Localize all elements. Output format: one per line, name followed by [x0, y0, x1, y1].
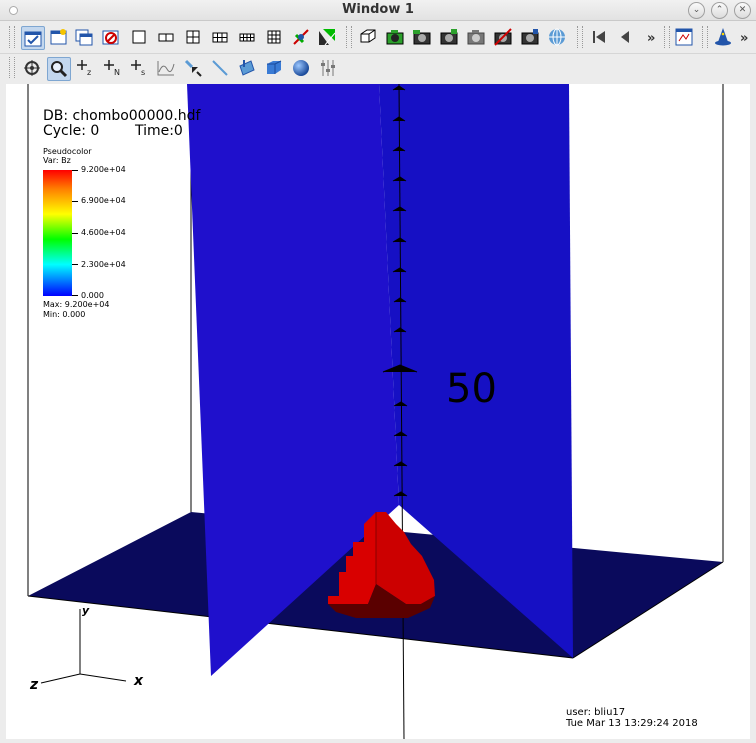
line-tool-icon[interactable] — [209, 57, 231, 79]
legend-tick — [72, 201, 78, 202]
zone-pick-icon[interactable]: z — [75, 57, 97, 79]
legend-tick-label: 9.200e+04 — [81, 165, 126, 174]
toolbar-grip[interactable] — [9, 26, 15, 48]
toolbar-grip-5[interactable] — [702, 26, 708, 48]
legend-max: Max: 9.200e+04 — [43, 300, 110, 309]
camera-reset-icon[interactable] — [492, 26, 514, 48]
layout-3x3-icon[interactable] — [263, 26, 285, 48]
zoom-icon[interactable] — [47, 57, 71, 81]
sphere-tool-icon[interactable] — [290, 57, 312, 79]
wizard-icon[interactable] — [712, 26, 734, 48]
node-pick-icon[interactable]: N — [102, 57, 124, 79]
legend-tick — [72, 170, 78, 171]
user-info: user: bliu17 — [566, 707, 626, 718]
svg-text:N: N — [114, 68, 120, 77]
toolbar-overflow[interactable]: » — [647, 31, 655, 46]
curve-pick-icon[interactable] — [155, 57, 177, 79]
camera-copy-icon[interactable] — [438, 26, 460, 48]
legend-tick-label: 6.900e+04 — [81, 196, 126, 205]
cycle-label: Cycle: 0 — [43, 123, 100, 139]
cycle-time-row: Cycle: 0 Time:0 — [43, 123, 183, 139]
delete-window-icon[interactable] — [99, 26, 121, 48]
layout-2x4-icon[interactable] — [236, 26, 258, 48]
axis-z-label: z — [30, 677, 39, 693]
active-window-icon[interactable] — [21, 26, 45, 50]
layout-1x1-icon[interactable] — [128, 26, 150, 48]
date-info: Tue Mar 13 13:29:24 2018 — [566, 718, 698, 729]
new-window-icon[interactable] — [47, 26, 69, 48]
toolbar-grip-3[interactable] — [577, 26, 583, 48]
layout-2x2-icon[interactable] — [182, 26, 204, 48]
vis-viewport[interactable]: DB: chombo00000.hdf Cycle: 0 Time:0 Pseu… — [6, 84, 750, 739]
svg-text:s: s — [141, 68, 145, 77]
svg-text:z: z — [87, 68, 91, 77]
spreadsheet-pick-icon[interactable]: s — [129, 57, 151, 79]
minimize-icon[interactable]: ⌄ — [688, 2, 705, 19]
interaction-toolbar: z N s — [0, 54, 756, 82]
lock-view-icon[interactable] — [290, 26, 312, 48]
navigate-mode-icon[interactable] — [546, 26, 568, 48]
plane-tool-icon[interactable] — [236, 57, 258, 79]
navigate-icon[interactable] — [21, 57, 43, 79]
legend-tick-label: 2.300e+04 — [81, 260, 126, 269]
toolbar-grip-6[interactable] — [9, 57, 15, 78]
axis-restrict-icon[interactable] — [317, 57, 339, 79]
legend-tick-label: 0.000 — [81, 291, 104, 300]
close-icon[interactable]: ✕ — [734, 2, 751, 19]
legend-variable: Var: Bz — [43, 156, 71, 165]
db-filename: DB: chombo00000.hdf — [43, 108, 201, 124]
clone-window-icon[interactable] — [73, 26, 95, 48]
spin-mode-icon[interactable] — [357, 26, 379, 48]
camera-green-icon[interactable] — [384, 26, 406, 48]
layout-1x2-icon[interactable] — [155, 26, 177, 48]
legend-title: Pseudocolor — [43, 147, 92, 156]
window-title: Window 1 — [342, 2, 414, 17]
toolbar-overflow-2[interactable]: » — [740, 31, 748, 46]
legend-min: Min: 0.000 — [43, 310, 86, 319]
axis-y-label: y — [82, 604, 90, 617]
legend-tick — [72, 264, 78, 265]
toggle-lock-icon[interactable] — [316, 26, 338, 48]
prev-frame-icon[interactable] — [614, 26, 636, 48]
slab-label: 50 — [446, 366, 497, 412]
axis-triad — [40, 609, 127, 684]
layout-2x3-icon[interactable] — [209, 26, 231, 48]
camera-gray-icon[interactable] — [465, 26, 487, 48]
color-bar — [43, 170, 72, 296]
legend-tick — [72, 295, 78, 296]
title-bar: Window 1 ⌄ ⌃ ✕ — [0, 0, 756, 21]
first-frame-icon[interactable] — [588, 26, 610, 48]
legend-tick-label: 4.600e+04 — [81, 228, 126, 237]
toolbar-grip-4[interactable] — [664, 26, 670, 48]
box-tool-icon[interactable] — [263, 57, 285, 79]
scene-3d — [27, 84, 724, 739]
main-toolbar: » » — [0, 22, 756, 54]
camera-save-icon[interactable] — [411, 26, 433, 48]
time-label: Time:0 — [134, 123, 183, 139]
maximize-icon[interactable]: ⌃ — [711, 2, 728, 19]
lineout-icon[interactable] — [182, 57, 204, 79]
legend-tick — [72, 233, 78, 234]
window-info-icon[interactable] — [673, 26, 695, 48]
camera-view-icon[interactable] — [519, 26, 541, 48]
toolbar-grip-2[interactable] — [346, 26, 352, 48]
axis-x-label: x — [134, 673, 144, 689]
